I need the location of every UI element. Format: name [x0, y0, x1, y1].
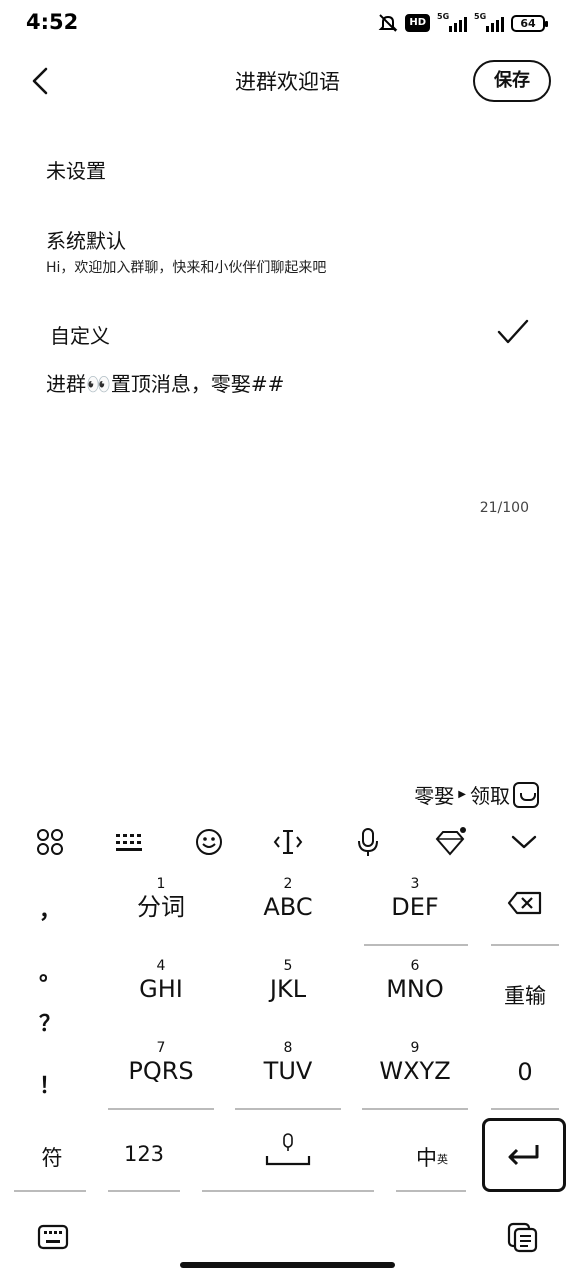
mute-bell-icon — [378, 14, 398, 32]
key-divider — [235, 1108, 341, 1110]
signal-icon-2: 5G — [474, 12, 504, 32]
battery-icon: 64 — [511, 14, 548, 32]
save-button[interactable]: 保存 — [473, 60, 551, 102]
key-0[interactable]: 0 — [490, 1058, 560, 1086]
mic-icon — [265, 1133, 311, 1166]
option-system-default[interactable]: 系统默认 — [46, 225, 126, 254]
home-indicator[interactable] — [180, 1262, 395, 1268]
key-divider — [491, 944, 559, 946]
symbol-key-question[interactable]: ？ — [30, 1006, 70, 1038]
keyboard-icon[interactable] — [109, 822, 149, 862]
system-default-preview: Hi，欢迎加入群聊，快来和小伙伴们聊起来吧 — [46, 260, 327, 276]
mic-icon[interactable] — [348, 822, 388, 862]
key-divider — [14, 1190, 86, 1192]
gift-face-icon — [513, 781, 539, 808]
key-divider — [108, 1190, 180, 1192]
symbol-key-period[interactable]: 。 — [30, 955, 70, 987]
key-3[interactable]: 3 DEF — [361, 876, 469, 922]
status-time: 4:52 — [26, 10, 79, 34]
key-divider — [364, 944, 468, 946]
play-arrow-icon: ▶ — [458, 789, 466, 800]
status-bar: 4:52 HD 5G 5G 64 — [0, 0, 575, 50]
welcome-message-input[interactable]: 进群👀置顶消息，零娶## — [46, 368, 284, 397]
keyboard-toolbar — [0, 818, 575, 864]
character-counter: 21/100 — [479, 500, 529, 516]
chevron-down-icon[interactable] — [504, 822, 544, 862]
numbers-key[interactable]: 123 — [110, 1142, 178, 1166]
emoji-icon[interactable] — [189, 822, 229, 862]
option-unset[interactable]: 未设置 — [46, 155, 106, 184]
key-7[interactable]: 7 PQRS — [107, 1040, 215, 1086]
enter-key[interactable] — [482, 1118, 566, 1192]
promo-text-2: 领取 — [470, 784, 510, 808]
symbol-key-exclamation[interactable]: ！ — [30, 1068, 70, 1100]
key-divider — [108, 1108, 214, 1110]
key-divider — [362, 1108, 468, 1110]
key-divider — [491, 1108, 559, 1110]
signal-icon: 5G — [437, 12, 467, 32]
cursor-icon[interactable] — [268, 822, 308, 862]
promo-banner[interactable]: 零娶 ▶ 领取 — [414, 780, 539, 809]
top-bar: 进群欢迎语 保存 — [0, 50, 575, 112]
apps-icon[interactable] — [30, 822, 70, 862]
key-9[interactable]: 9 WXYZ — [361, 1040, 469, 1086]
key-5[interactable]: 5 JKL — [234, 958, 342, 1004]
symbol-key-comma[interactable]: ， — [30, 893, 70, 925]
space-key[interactable] — [205, 1132, 371, 1172]
key-divider — [396, 1190, 466, 1192]
keyboard-switch-icon[interactable] — [36, 1220, 70, 1254]
promo-text-1: 零娶 — [414, 784, 455, 808]
enter-icon — [508, 1145, 539, 1166]
hd-badge: HD — [405, 14, 430, 32]
symbols-key[interactable]: 符 — [22, 1142, 82, 1172]
key-divider — [202, 1190, 374, 1192]
checkmark-icon — [497, 319, 529, 344]
key-6[interactable]: 6 MNO — [361, 958, 469, 1004]
key-8[interactable]: 8 TUV — [234, 1040, 342, 1086]
clipboard-icon[interactable] — [506, 1220, 540, 1254]
status-icons: HD 5G 5G 64 — [378, 12, 548, 33]
option-custom[interactable]: 自定义 — [50, 320, 110, 349]
key-1[interactable]: 1 分词 — [107, 876, 215, 922]
backspace-icon — [507, 891, 542, 915]
language-key[interactable]: 中英 — [398, 1142, 466, 1172]
backspace-key[interactable] — [490, 890, 560, 920]
reinput-key[interactable]: 重输 — [490, 980, 560, 1010]
key-2[interactable]: 2 ABC — [234, 876, 342, 922]
key-4[interactable]: 4 GHI — [107, 958, 215, 1004]
skin-icon[interactable] — [430, 822, 470, 862]
